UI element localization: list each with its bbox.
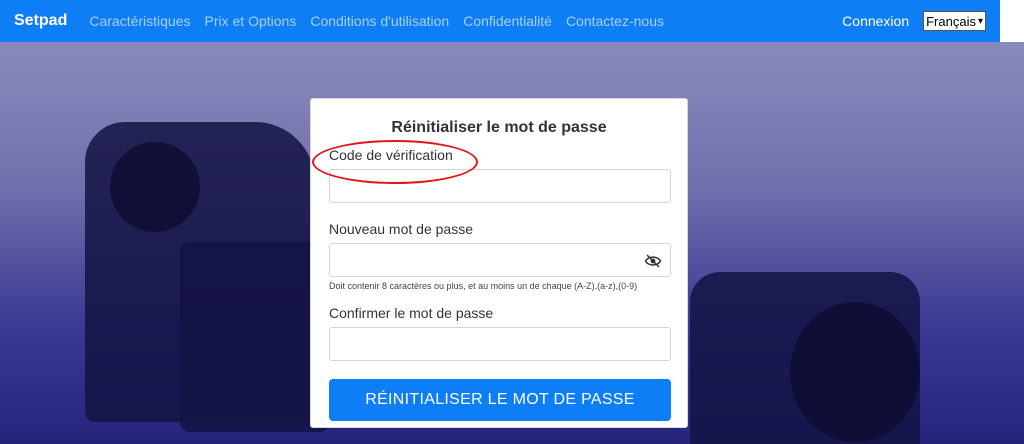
reset-password-card: Réinitialiser le mot de passe Code de vé…: [310, 98, 688, 428]
nav-right: Connexion Français ▾: [842, 11, 986, 31]
confirm-group: Confirmer le mot de passe: [329, 305, 671, 361]
camera-lens-silhouette: [110, 142, 200, 232]
new-password-label: Nouveau mot de passe: [329, 221, 473, 237]
new-password-group: Nouveau mot de passe Doit contenir 8 car…: [329, 221, 671, 291]
rig-wheel-silhouette: [790, 302, 920, 442]
reset-password-button[interactable]: RÉINITIALISER LE MOT DE PASSE: [329, 379, 671, 421]
password-hint: Doit contenir 8 caractères ou plus, et a…: [329, 281, 638, 291]
nav-link-terms[interactable]: Conditions d'utilisation: [310, 13, 449, 29]
nav-link-pricing[interactable]: Prix et Options: [205, 13, 297, 29]
nav-link-privacy[interactable]: Confidentialité: [463, 13, 552, 29]
language-selected: Français: [926, 13, 976, 29]
camera-body-silhouette: [180, 242, 330, 432]
new-password-input[interactable]: [329, 243, 671, 277]
nav-link-contact[interactable]: Contactez-nous: [566, 13, 664, 29]
code-group: Code de vérification: [329, 147, 671, 203]
login-link[interactable]: Connexion: [842, 13, 909, 29]
confirm-password-input[interactable]: [329, 327, 671, 361]
navbar: Setpad Caractéristiques Prix et Options …: [0, 0, 1000, 42]
form-title: Réinitialiser le mot de passe: [391, 119, 607, 136]
language-select[interactable]: Français ▾: [923, 11, 986, 31]
code-label: Code de vérification: [329, 147, 453, 163]
nav-link-features[interactable]: Caractéristiques: [89, 13, 190, 29]
verification-code-input[interactable]: [329, 169, 671, 203]
confirm-label: Confirmer le mot de passe: [329, 305, 494, 321]
chevron-down-icon: ▾: [977, 15, 983, 27]
nav-links: Caractéristiques Prix et Options Conditi…: [89, 13, 664, 29]
brand-logo[interactable]: Setpad: [14, 12, 67, 30]
eye-slash-icon[interactable]: [644, 253, 662, 269]
